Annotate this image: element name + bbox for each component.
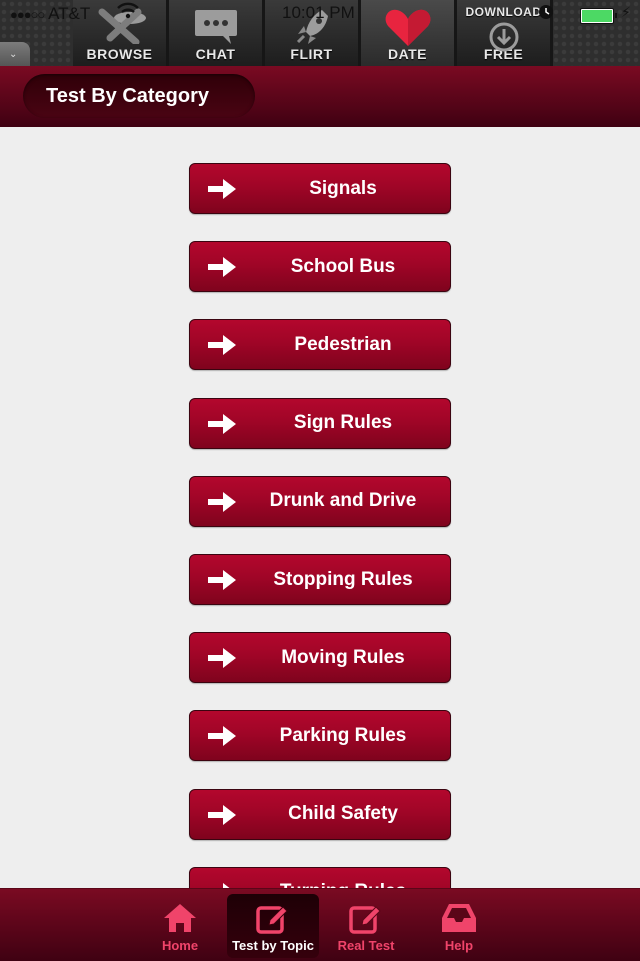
page-header: Test By Category: [0, 66, 640, 127]
category-label: Signals: [309, 177, 377, 199]
arrow-right-icon: [223, 882, 230, 888]
category-button[interactable]: Parking Rules: [189, 710, 451, 762]
battery-fill: [582, 10, 612, 22]
carrier-name: AT&T: [48, 4, 91, 23]
tab-label: Real Test: [337, 938, 395, 953]
category-button[interactable]: Stopping Rules: [189, 554, 451, 605]
ad-tab-label: FLIRT: [290, 46, 333, 62]
ad-tab-chat[interactable]: CHAT: [169, 0, 265, 66]
category-label: Child Safety: [288, 803, 398, 825]
arrow-right-icon: [208, 413, 236, 434]
tab-test-by-topic[interactable]: Test by Topic: [227, 894, 319, 958]
category-label: School Bus: [290, 255, 396, 277]
status-time: 10:01 PM: [282, 3, 355, 22]
alarm-icon: [538, 4, 554, 24]
category-button[interactable]: Child Safety: [189, 788, 451, 840]
arrow-right-icon: [208, 179, 236, 199]
arrow-right-icon: [208, 570, 236, 590]
category-label: Stopping Rules: [273, 568, 413, 590]
category-list[interactable]: Signals School Bus Pedestrian Sign Rules Dru…: [0, 127, 640, 888]
arrow-right-icon: [208, 491, 236, 512]
edit-icon: [349, 906, 381, 934]
arrow-right-icon: [208, 726, 236, 747]
arrow-right-icon: [208, 335, 236, 356]
category-button[interactable]: Turning Rules: [189, 866, 451, 888]
battery-indicator: [580, 8, 617, 24]
signal-strength: ●●●○○: [10, 7, 45, 22]
ad-tab-top-label: DOWNLOAD: [465, 5, 542, 19]
tab-label: Home: [161, 938, 199, 953]
category-label: Parking Rules: [279, 724, 407, 746]
category-button[interactable]: Sign Rules: [189, 397, 451, 449]
bottom-tab-bar: Home Test by Topic Real Test Help: [0, 888, 640, 961]
category-label: Turning Rules: [236, 881, 450, 888]
ad-tab-label: DATE: [387, 46, 428, 62]
tab-help[interactable]: Help: [413, 894, 505, 958]
chevron-down-icon: ⌄: [9, 49, 18, 60]
edit-icon: [256, 906, 288, 934]
tab-real-test[interactable]: Real Test: [320, 894, 412, 958]
tab-home[interactable]: Home: [134, 894, 226, 958]
arrow-right-icon: [208, 804, 236, 825]
category-label: Pedestrian: [294, 333, 392, 355]
ad-tab-date[interactable]: DATE: [361, 0, 457, 66]
arrow-right-icon: [208, 257, 236, 278]
wifi-icon: [117, 2, 139, 25]
tab-label: Help: [444, 938, 474, 953]
category-label: Sign Rules: [293, 412, 393, 434]
collapse-ad-button[interactable]: ⌄: [0, 42, 30, 66]
ad-tab-label: CHAT: [195, 46, 236, 62]
home-icon: [164, 904, 196, 932]
category-label: Moving Rules: [281, 646, 405, 668]
page-title-pill: Test By Category: [23, 74, 255, 118]
tab-label: Test by Topic: [232, 938, 314, 953]
download-icon: [489, 22, 518, 52]
category-button[interactable]: Moving Rules: [189, 632, 451, 684]
category-button[interactable]: School Bus: [189, 241, 451, 293]
category-label: Drunk and Drive: [269, 490, 417, 512]
ad-tab-label: BROWSE: [86, 46, 153, 62]
chat-bubble-icon: [194, 10, 237, 44]
heart-icon: [385, 9, 430, 47]
category-button[interactable]: Signals: [189, 163, 451, 214]
carrier-info: ●●●○○ AT&T: [10, 4, 90, 24]
arrow-right-icon: [208, 648, 236, 669]
charging-bolt-icon: ⚡: [621, 4, 631, 20]
category-button[interactable]: Drunk and Drive: [189, 475, 451, 527]
inbox-tray-icon: [442, 904, 476, 932]
page-title: Test By Category: [46, 84, 210, 107]
category-button[interactable]: Pedestrian: [189, 319, 451, 371]
